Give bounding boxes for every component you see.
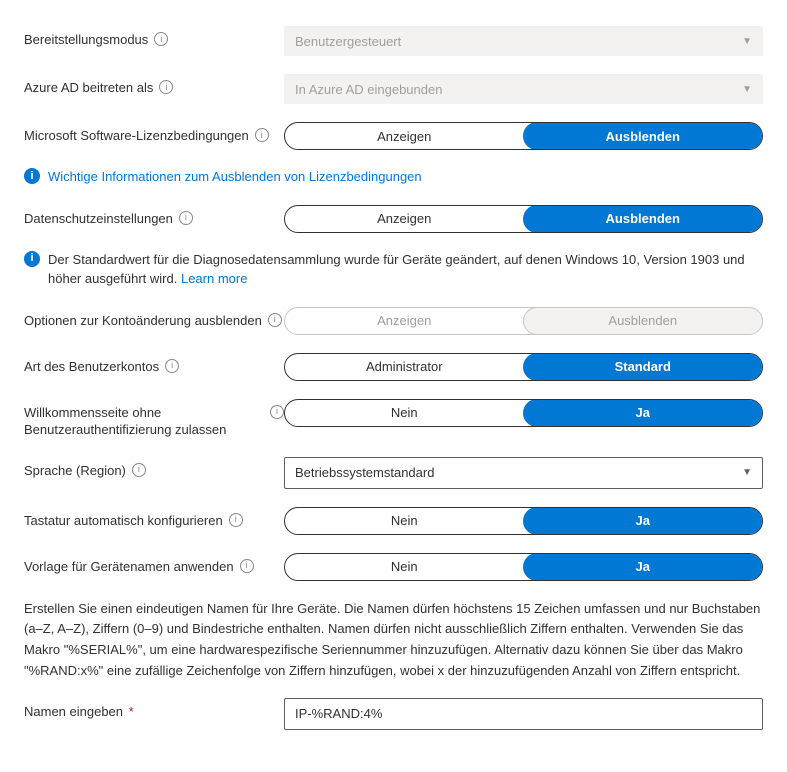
info-icon[interactable]: i — [154, 32, 168, 46]
keyboard-toggle[interactable]: Nein Ja — [284, 507, 763, 535]
name-template-label: Vorlage für Gerätenamen anwenden — [24, 558, 234, 576]
white-glove-toggle[interactable]: Nein Ja — [284, 399, 763, 427]
info-icon[interactable]: i — [270, 405, 284, 419]
white-glove-yes-option[interactable]: Ja — [523, 399, 764, 427]
info-icon[interactable]: i — [268, 313, 282, 327]
device-name-help-text: Erstellen Sie einen eindeutigen Namen fü… — [24, 599, 763, 682]
info-icon: i — [24, 251, 40, 267]
required-indicator: * — [129, 704, 134, 719]
info-icon[interactable]: i — [229, 513, 243, 527]
info-icon: i — [24, 168, 40, 184]
deployment-mode-value: Benutzergesteuert — [295, 34, 401, 49]
eula-hide-option[interactable]: Ausblenden — [523, 122, 764, 150]
keyboard-label: Tastatur automatisch konfigurieren — [24, 512, 223, 530]
azure-ad-join-dropdown: In Azure AD eingebunden ▼ — [284, 74, 763, 104]
info-icon[interactable]: i — [240, 559, 254, 573]
account-type-standard-option[interactable]: Standard — [523, 353, 764, 381]
language-label: Sprache (Region) — [24, 462, 126, 480]
eula-show-option[interactable]: Anzeigen — [285, 123, 524, 149]
white-glove-label: Willkommensseite ohne Benutzerauthentifi… — [24, 404, 264, 439]
info-icon[interactable]: i — [159, 80, 173, 94]
azure-ad-join-label: Azure AD beitreten als — [24, 79, 153, 97]
privacy-show-option[interactable]: Anzeigen — [285, 206, 524, 232]
name-input-label: Namen eingeben — [24, 704, 123, 719]
privacy-label: Datenschutzeinstellungen — [24, 210, 173, 228]
account-type-admin-option[interactable]: Administrator — [285, 354, 524, 380]
eula-toggle[interactable]: Anzeigen Ausblenden — [284, 122, 763, 150]
chevron-down-icon: ▼ — [742, 36, 752, 47]
deployment-mode-label: Bereitstellungsmodus — [24, 31, 148, 49]
white-glove-no-option[interactable]: Nein — [285, 400, 524, 426]
device-name-input[interactable] — [284, 698, 763, 730]
account-change-show-option: Anzeigen — [285, 308, 524, 334]
info-icon[interactable]: i — [179, 211, 193, 225]
language-value: Betriebssystemstandard — [295, 465, 434, 480]
account-change-hide-option: Ausblenden — [523, 307, 764, 335]
diagnostic-info-text: Der Standardwert für die Diagnosedatensa… — [48, 251, 763, 289]
account-type-label: Art des Benutzerkontos — [24, 358, 159, 376]
eula-hide-info-link[interactable]: Wichtige Informationen zum Ausblenden vo… — [48, 168, 422, 187]
diagnostic-learn-more-link[interactable]: Learn more — [181, 271, 247, 286]
account-change-toggle: Anzeigen Ausblenden — [284, 307, 763, 335]
info-icon[interactable]: i — [165, 359, 179, 373]
account-change-label: Optionen zur Kontoänderung ausblenden — [24, 312, 262, 330]
keyboard-no-option[interactable]: Nein — [285, 508, 524, 534]
info-icon[interactable]: i — [132, 463, 146, 477]
chevron-down-icon: ▼ — [742, 84, 752, 95]
keyboard-yes-option[interactable]: Ja — [523, 507, 764, 535]
deployment-mode-dropdown: Benutzergesteuert ▼ — [284, 26, 763, 56]
language-dropdown[interactable]: Betriebssystemstandard ▼ — [284, 457, 763, 489]
name-template-yes-option[interactable]: Ja — [523, 553, 764, 581]
azure-ad-join-value: In Azure AD eingebunden — [295, 82, 442, 97]
account-type-toggle[interactable]: Administrator Standard — [284, 353, 763, 381]
chevron-down-icon: ▼ — [742, 467, 752, 478]
privacy-toggle[interactable]: Anzeigen Ausblenden — [284, 205, 763, 233]
info-icon[interactable]: i — [255, 128, 269, 142]
eula-label: Microsoft Software-Lizenzbedingungen — [24, 127, 249, 145]
privacy-hide-option[interactable]: Ausblenden — [523, 205, 764, 233]
name-template-toggle[interactable]: Nein Ja — [284, 553, 763, 581]
name-template-no-option[interactable]: Nein — [285, 554, 524, 580]
